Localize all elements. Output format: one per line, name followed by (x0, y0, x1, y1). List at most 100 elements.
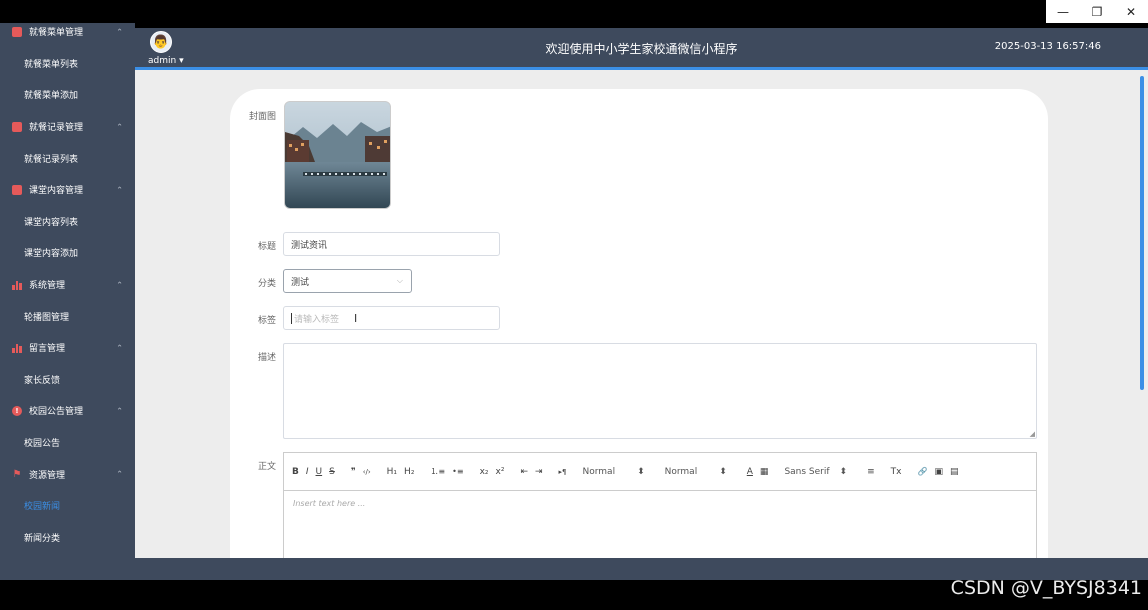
sidebar-item[interactable]: 就餐菜单添加 (0, 79, 135, 111)
video-button[interactable]: ▤ (950, 467, 959, 477)
sidebar-item[interactable]: 轮播图管理 (0, 300, 135, 332)
desc-label: 描述 (257, 353, 276, 363)
tags-input[interactable]: 请输入标签 I (283, 306, 500, 330)
indent-button[interactable]: ⇥ (535, 467, 543, 477)
vertical-scrollbar[interactable] (1140, 76, 1144, 390)
sidebar-item[interactable]: 就餐菜单列表 (0, 48, 135, 80)
sidebar-group[interactable]: 就餐菜单管理 ⌃ (0, 23, 135, 48)
chevron-up-icon: ⌃ (116, 406, 123, 416)
picker-arrow-icon: ⬍ (637, 466, 645, 477)
category-select[interactable]: 测试 ⌵ (283, 269, 412, 293)
sidebar-item[interactable]: 课堂内容列表 (0, 206, 135, 238)
sidebar-group[interactable]: 课堂内容管理 ⌃ (0, 174, 135, 206)
title-value: 测试资讯 (291, 240, 328, 251)
chevron-up-icon: ⌃ (116, 122, 123, 132)
category-label: 分类 (257, 279, 276, 289)
text-cursor-icon: I (354, 312, 358, 325)
form-card: 封面图 标题 测试资讯 分类 测试 ⌵ 标签 请输入标签 I 描述 ◢ 正文 B… (230, 89, 1048, 558)
bullet-list-button[interactable]: •≡ (452, 467, 463, 476)
bold-button[interactable]: B (292, 467, 299, 477)
sidebar-item[interactable]: 就餐记录列表 (0, 142, 135, 174)
sidebar-group[interactable]: ! 校园公告管理 ⌃ (0, 395, 135, 427)
sidebar-item-label: 课堂内容管理 (29, 186, 84, 197)
sidebar-item-label: 新闻分类 (24, 533, 61, 544)
sidebar: 就餐菜单管理 ⌃ 就餐菜单列表 就餐菜单添加 就餐记录管理 ⌃ 就餐记录列表 课堂内容管理 ⌃ 课… (0, 23, 135, 558)
header-picker[interactable]: Normal ⬍ (665, 467, 727, 477)
description-textarea[interactable]: ◢ (283, 343, 1037, 439)
editor-toolbar: B I U S ❞ ‹/› H₁ H₂ ⒈≡ •≡ x₂ x² ⇤ ⇥ ▸¶ N… (284, 453, 1036, 491)
resize-handle-icon[interactable]: ◢ (1030, 430, 1035, 438)
sidebar-item-label: 就餐记录管理 (29, 123, 84, 134)
sidebar-group[interactable]: 留言管理 ⌃ (0, 332, 135, 364)
cover-label: 封面图 (248, 112, 276, 122)
category-value: 测试 (291, 277, 310, 288)
sidebar-group[interactable]: 就餐记录管理 ⌃ (0, 111, 135, 143)
background-color-button[interactable]: ▦ (760, 467, 769, 477)
restore-button[interactable]: ❐ (1080, 0, 1114, 23)
text-color-button[interactable]: A (747, 467, 753, 477)
body-label: 正文 (257, 462, 276, 472)
outdent-button[interactable]: ⇤ (520, 467, 528, 477)
link-button[interactable]: 🔗 (917, 467, 927, 476)
sidebar-item[interactable]: 新闻分类 (0, 522, 135, 554)
picker-arrow-icon: ⬍ (839, 466, 848, 477)
rich-text-editor: B I U S ❞ ‹/› H₁ H₂ ⒈≡ •≡ x₂ x² ⇤ ⇥ ▸¶ N… (283, 452, 1037, 558)
sidebar-item-label: 轮播图管理 (24, 312, 70, 323)
code-block-button[interactable]: ‹/› (363, 468, 371, 476)
title-input[interactable]: 测试资讯 (283, 232, 500, 256)
ordered-list-button[interactable]: ⒈≡ (430, 466, 445, 477)
alert-circle-icon: ! (12, 405, 22, 416)
bar-chart-icon (12, 280, 23, 290)
watermark: CSDN @V_BYSJ8341 (950, 577, 1142, 599)
sidebar-item[interactable]: 校园公告 (0, 427, 135, 459)
cover-image[interactable] (284, 101, 391, 209)
sidebar-item-label: 系统管理 (29, 281, 66, 292)
menu-box-icon (12, 26, 22, 37)
sidebar-item-label: 校园新闻 (24, 502, 61, 513)
chevron-down-icon: ⌵ (396, 276, 403, 285)
sidebar-item-label: 就餐菜单添加 (24, 91, 79, 102)
size-picker-label: Normal (582, 466, 616, 477)
strike-button[interactable]: S (329, 467, 335, 477)
picker-arrow-icon: ⬍ (719, 466, 727, 477)
header-picker-label: Normal (664, 466, 698, 477)
font-picker[interactable]: Sans Serif ⬍ (784, 467, 847, 477)
tags-placeholder: 请输入标签 (294, 314, 340, 325)
user-menu[interactable]: admin ▾ (148, 56, 184, 66)
sidebar-item[interactable]: 课堂内容添加 (0, 237, 135, 269)
header-2-button[interactable]: H₂ (404, 467, 414, 477)
editor-body[interactable]: Insert text here ... (284, 491, 1036, 516)
minimize-button[interactable]: — (1046, 0, 1080, 23)
sidebar-group[interactable]: 系统管理 ⌃ (0, 269, 135, 301)
window-controls: — ❐ ✕ (1046, 0, 1148, 23)
chevron-up-icon: ⌃ (116, 469, 123, 479)
size-picker[interactable]: Normal ⬍ (583, 467, 645, 477)
sidebar-item-label: 就餐菜单列表 (24, 59, 79, 70)
clock: 2025-03-13 16:57:46 (994, 41, 1101, 52)
blockquote-button[interactable]: ❞ (351, 467, 356, 477)
user-name: admin (148, 56, 177, 66)
italic-button[interactable]: I (306, 467, 309, 477)
chevron-down-icon: ▾ (179, 56, 184, 66)
sidebar-item[interactable]: 家长反馈 (0, 364, 135, 396)
underline-button[interactable]: U (316, 467, 323, 477)
sidebar-item-label: 家长反馈 (24, 375, 61, 386)
tags-label: 标签 (257, 316, 276, 326)
cover-photo-icon (285, 102, 390, 208)
sidebar-item-label: 校园公告管理 (29, 407, 84, 418)
close-button[interactable]: ✕ (1114, 0, 1148, 23)
chevron-up-icon: ⌃ (116, 27, 123, 37)
clean-format-button[interactable]: Tx (891, 467, 902, 477)
font-picker-label: Sans Serif (784, 466, 830, 477)
class-box-icon (12, 184, 22, 195)
text-direction-button[interactable]: ▸¶ (559, 468, 567, 476)
sidebar-item[interactable]: 校园新闻 (0, 490, 135, 522)
image-button[interactable]: ▣ (934, 467, 943, 477)
sidebar-item-label: 留言管理 (29, 344, 66, 355)
superscript-button[interactable]: x² (496, 467, 505, 477)
subscript-button[interactable]: x₂ (480, 467, 489, 477)
header-1-button[interactable]: H₁ (387, 467, 397, 477)
sidebar-group[interactable]: ⚑ 资源管理 ⌃ (0, 458, 135, 490)
align-button[interactable]: ≡ (867, 467, 875, 477)
top-header: 👨 admin ▾ 欢迎使用中小学生家校通微信小程序 2025-03-13 16… (135, 28, 1148, 70)
